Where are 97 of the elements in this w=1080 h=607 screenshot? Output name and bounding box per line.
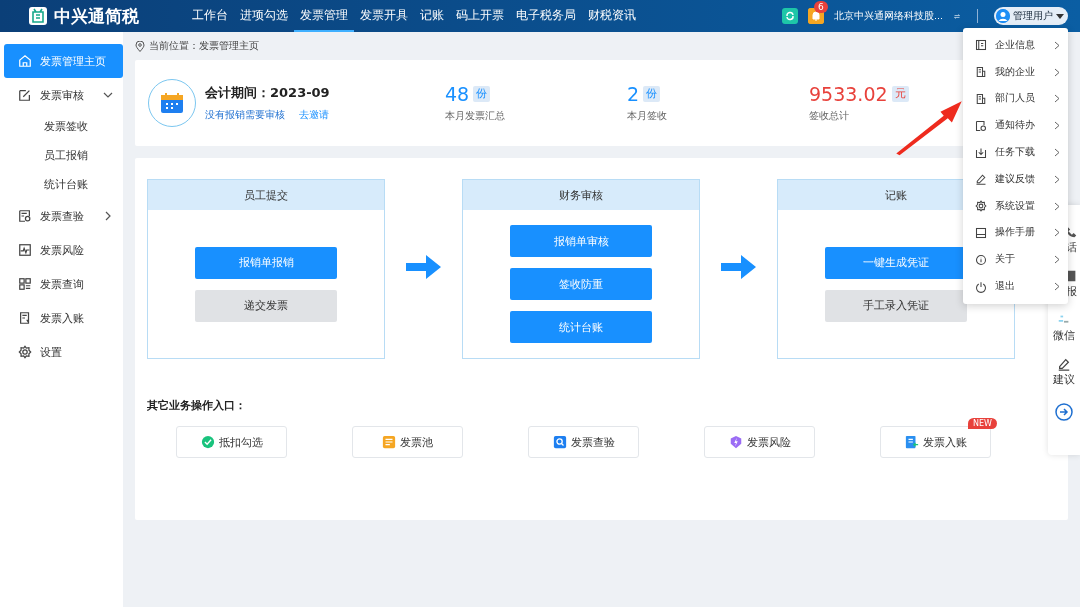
shortcut-button[interactable]: 发票池 — [352, 426, 463, 458]
nav-tab[interactable]: 发票开具 — [354, 0, 414, 32]
nav-tab[interactable]: 工作台 — [186, 0, 234, 32]
section-title: 其它业务操作入口： — [147, 398, 247, 413]
nav-tab[interactable]: 财税资讯 — [582, 0, 642, 32]
menu-item[interactable]: 操作手册 — [963, 219, 1068, 247]
pen-icon — [1056, 357, 1072, 371]
unit-tag: 份 — [643, 86, 661, 102]
book-icon — [975, 226, 987, 239]
metric-value: 2 — [627, 83, 640, 105]
sidebar-item[interactable]: 发票查验 — [4, 199, 123, 233]
notification-badge: 6 — [813, 1, 828, 13]
action-button[interactable]: 递交发票 — [195, 289, 337, 322]
home-icon — [18, 54, 32, 68]
document-icon — [975, 39, 987, 52]
arrow-icon — [405, 254, 442, 280]
nav-tab[interactable]: 记账 — [414, 0, 450, 32]
menu-item[interactable]: 我的企业 — [963, 58, 1068, 86]
chevron-icon — [1054, 201, 1060, 211]
settings-icon — [975, 200, 987, 213]
sidebar-item[interactable]: 发票风险 — [4, 233, 123, 267]
check-icon — [200, 435, 215, 449]
unit-tag: 份 — [473, 86, 491, 102]
document-clock-icon — [975, 119, 987, 132]
chevron-icon — [1054, 282, 1060, 292]
pen-icon — [975, 173, 987, 186]
panel-item[interactable]: 建议 — [1053, 357, 1075, 387]
building-icon — [975, 66, 987, 79]
arrow-circle-icon[interactable] — [1055, 403, 1073, 421]
sidebar-item[interactable]: 发票入账 — [4, 301, 123, 335]
ledger-icon — [904, 435, 919, 449]
download-icon — [975, 146, 987, 159]
unit-tag: 元 — [891, 86, 909, 102]
shortcut-button[interactable]: 发票查验 — [528, 426, 639, 458]
breadcrumb: 当前位置：发票管理主页 — [149, 39, 259, 53]
refresh-button[interactable] — [781, 8, 798, 24]
nav-tab[interactable]: 码上开票 — [450, 0, 510, 32]
sidebar-subitem[interactable]: 统计台账 — [4, 170, 123, 199]
nav-tab[interactable]: 电子税务局 — [510, 0, 582, 32]
panel-item[interactable]: 微信 — [1053, 313, 1075, 343]
sidebar-item[interactable]: 发票查询 — [4, 267, 123, 301]
logo-icon — [28, 6, 48, 26]
switch-icon — [953, 13, 961, 19]
edit-icon — [18, 88, 32, 102]
settings-icon — [18, 345, 32, 359]
metric-value: 48 — [445, 83, 470, 105]
info-icon — [975, 253, 987, 266]
ledger-icon — [18, 311, 32, 325]
power-icon — [975, 280, 987, 293]
refresh-icon — [784, 11, 795, 21]
avatar-icon — [996, 9, 1010, 23]
sidebar-item[interactable]: 发票审核 — [4, 78, 123, 112]
chevron-icon — [1054, 255, 1060, 265]
sidebar-item[interactable]: 设置 — [4, 335, 123, 369]
calendar-icon — [160, 92, 184, 114]
bell-icon — [807, 8, 824, 24]
search-icon — [552, 435, 567, 449]
metric-label: 签收总计 — [809, 110, 850, 123]
metric-value: 9533.02 — [809, 83, 888, 105]
menu-item[interactable]: 任务下载 — [963, 139, 1068, 166]
list-icon — [382, 435, 396, 449]
notice-text: 没有报销需要审核 — [205, 108, 285, 122]
panel-header: 财务审核 — [463, 180, 699, 210]
chevron-icon — [1054, 148, 1060, 158]
new-badge: NEW — [968, 418, 997, 429]
chevron-icon — [1054, 67, 1060, 77]
arrow-icon — [720, 254, 757, 280]
shortcut-button[interactable]: 抵扣勾选 — [176, 426, 287, 458]
panel-header: 员工提交 — [148, 180, 384, 210]
nav-tab[interactable]: 进项勾选 — [234, 0, 294, 32]
menu-item[interactable]: 通知待办 — [963, 112, 1068, 140]
chevron-icon — [1054, 40, 1060, 50]
menu-item[interactable]: 企业信息 — [963, 32, 1068, 59]
chevron-icon — [1054, 94, 1060, 104]
sidebar-subitem[interactable]: 发票签收 — [4, 112, 123, 141]
chevron-icon — [1054, 174, 1060, 184]
grid-icon — [18, 277, 32, 291]
chart-icon — [18, 243, 32, 257]
chevron-icon — [1054, 121, 1060, 131]
lightning-icon — [728, 435, 743, 449]
metric-label: 本月发票汇总 — [445, 110, 506, 123]
sidebar-subitem[interactable]: 员工报销 — [4, 141, 123, 170]
chevron-icon — [1054, 228, 1060, 238]
logo-text: 中兴通简税 — [54, 4, 139, 28]
caret-icon — [1056, 13, 1064, 19]
user-button[interactable]: 管理用户 — [994, 7, 1068, 25]
company-name[interactable]: 北京中兴通网络科技股... — [833, 9, 943, 23]
menu-item[interactable]: 部门人员 — [963, 85, 1068, 113]
nav-tab[interactable]: 发票管理 — [294, 0, 354, 32]
metric-label: 本月签收 — [627, 110, 668, 123]
action-button[interactable]: 手工录入凭证 — [825, 289, 967, 322]
period-title: 会计期间：2023-09 — [205, 84, 331, 102]
shortcut-button[interactable]: 发票风险 — [704, 426, 815, 458]
location-icon — [135, 40, 145, 52]
shortcut-button[interactable]: 发票入账 — [880, 426, 991, 458]
document-search-icon — [18, 209, 32, 223]
building-icon — [975, 93, 987, 105]
